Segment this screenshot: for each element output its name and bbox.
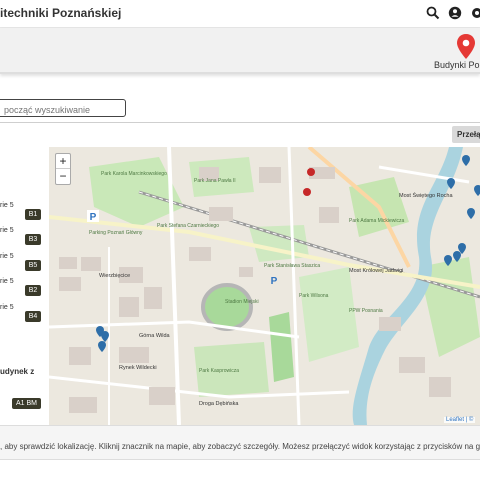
list-item-text: rie 5 bbox=[0, 278, 14, 285]
account-icon[interactable] bbox=[448, 6, 462, 20]
zoom-control: + − bbox=[55, 153, 71, 185]
poi-marker[interactable] bbox=[303, 188, 311, 196]
map-label: PPW Posnania bbox=[349, 308, 383, 314]
list-item-text: rie 5 bbox=[0, 253, 14, 260]
street-label: Most Królowej Jadwigi bbox=[349, 268, 403, 274]
park-area bbox=[189, 157, 254, 197]
top-app-bar: itechniki Poznańskiej bbox=[0, 0, 480, 28]
map-view[interactable]: P P Park Karola Marcinkowskiego Park Jan… bbox=[49, 147, 480, 425]
list-item-text: rie 5 bbox=[0, 304, 14, 311]
building-list: rie 5 B1 rie 5 B3 rie 5 B5 rie 5 B2 rie … bbox=[0, 147, 49, 425]
street-label: Most Świętego Rocha bbox=[399, 191, 453, 199]
zoom-out-button[interactable]: − bbox=[56, 169, 70, 184]
banner-label: Budynki Pol bbox=[434, 60, 480, 70]
map-tiles: P P Park Karola Marcinkowskiego Park Jan… bbox=[49, 147, 480, 425]
info-text: , aby sprawdzić lokalizację. Kliknij zna… bbox=[0, 442, 480, 451]
map-label: Park Stefana Czarnieckiego bbox=[157, 223, 219, 229]
map-label: Parking Poznań Główny bbox=[89, 230, 143, 236]
building-badge[interactable]: B4 bbox=[25, 311, 41, 322]
list-group-heading: udynek z bbox=[0, 367, 35, 376]
map-label: Park Stanisława Staszica bbox=[264, 263, 320, 269]
street-label: Górna Wilda bbox=[139, 333, 171, 339]
street-label: Rynek Wildecki bbox=[119, 365, 157, 371]
map-pin-icon bbox=[457, 34, 475, 59]
street-label: Wierzbięcice bbox=[99, 273, 130, 279]
park-area bbox=[299, 267, 359, 362]
building-badge[interactable]: B1 bbox=[25, 209, 41, 220]
building-badge[interactable]: A1 BM bbox=[12, 398, 41, 409]
map-label: Park Wilsona bbox=[299, 293, 329, 299]
search-icon[interactable] bbox=[426, 6, 440, 20]
stadium bbox=[201, 283, 253, 331]
parking-label: P bbox=[90, 212, 97, 223]
list-item-text: rie 5 bbox=[0, 227, 14, 234]
map-label: Park Karola Marcinkowskiego bbox=[101, 171, 167, 177]
poi-marker[interactable] bbox=[307, 168, 315, 176]
zoom-in-button[interactable]: + bbox=[56, 154, 70, 169]
hero-banner bbox=[0, 28, 480, 74]
parking-label: P bbox=[271, 276, 278, 287]
divider bbox=[0, 122, 480, 123]
map-label: Park Kasprowicza bbox=[199, 368, 239, 374]
settings-icon[interactable] bbox=[470, 6, 480, 20]
building-badge[interactable]: B5 bbox=[25, 260, 41, 271]
map-label: Park Jana Pawła II bbox=[194, 178, 236, 184]
building-badge[interactable]: B2 bbox=[25, 285, 41, 296]
building-badge[interactable]: B3 bbox=[25, 234, 41, 245]
map-label: Park Adama Mickiewicza bbox=[349, 218, 405, 224]
view-switch-button[interactable]: Przełą bbox=[452, 126, 480, 143]
map-label: Stadion Miejski bbox=[225, 299, 259, 305]
search-input[interactable] bbox=[0, 99, 126, 117]
app-title: itechniki Poznańskiej bbox=[0, 6, 122, 20]
map-attribution[interactable]: Leaflet | © bbox=[444, 417, 476, 423]
street-label: Droga Dębińska bbox=[199, 401, 239, 407]
list-item-text: rie 5 bbox=[0, 202, 14, 209]
